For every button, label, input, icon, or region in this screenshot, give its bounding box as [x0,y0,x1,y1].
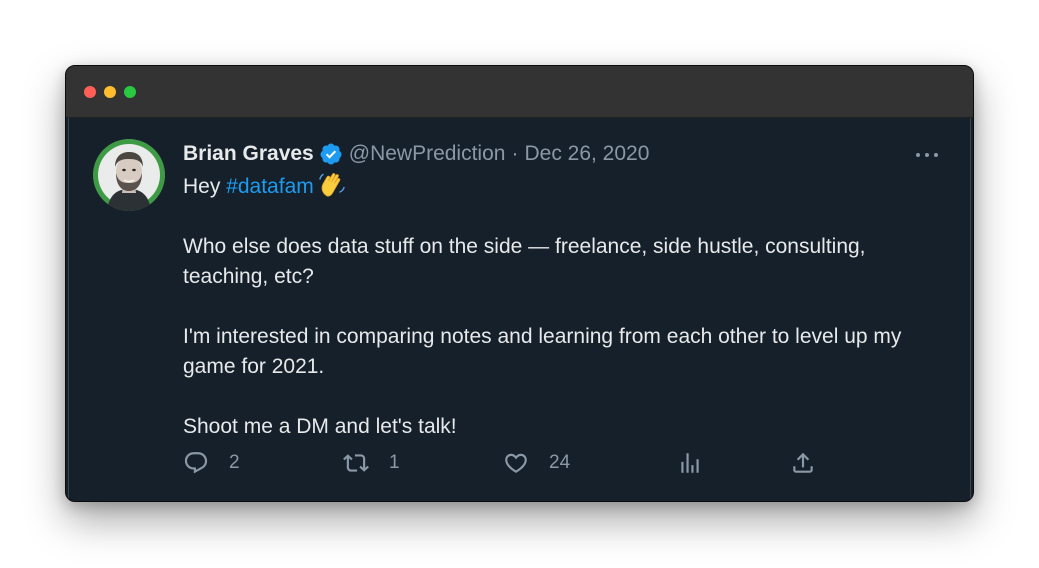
waving-hand-icon [319,173,345,197]
minimize-window-button[interactable] [104,86,116,98]
author-handle[interactable]: @NewPrediction [349,142,506,166]
header-separator: · [511,142,519,165]
more-options-icon[interactable] [916,152,938,158]
tweet-window: Brian Graves @NewPrediction · Dec 26, 20… [65,65,974,502]
reply-button[interactable]: 2 [183,448,240,478]
tweet-paragraph-3: I'm interested in comparing notes and le… [183,325,902,378]
verified-badge-icon [320,143,342,165]
analytics-icon [681,453,699,473]
share-icon [793,452,813,473]
retweet-button[interactable]: 1 [343,448,400,478]
tweet-paragraph-4: Shoot me a DM and let's talk! [183,415,457,438]
author-name[interactable]: Brian Graves [183,142,314,166]
greeting-text: Hey [183,175,227,198]
reply-icon [184,452,208,474]
tweet-line-greeting: Hey #datafam [183,171,953,202]
like-count: 24 [549,452,571,473]
tweet-text: Hey #datafam Who else does data stuff on… [183,171,953,442]
share-button[interactable] [790,448,816,478]
retweet-icon [343,454,369,472]
tweet-header: Brian Graves @NewPrediction · Dec 26, 20… [183,140,649,168]
reply-count: 2 [229,452,240,473]
tweet-card[interactable]: Brian Graves @NewPrediction · Dec 26, 20… [68,118,971,501]
maximize-window-button[interactable] [124,86,136,98]
author-avatar[interactable] [93,139,165,211]
window-titlebar [66,66,973,118]
tweet-date[interactable]: Dec 26, 2020 [524,142,649,166]
hashtag-link[interactable]: #datafam [226,175,314,198]
tweet-actions: 2 1 24 [183,448,823,478]
tweet-paragraph-2: Who else does data stuff on the side — f… [183,235,866,288]
retweet-count: 1 [389,452,400,473]
analytics-button[interactable] [677,448,703,478]
close-window-button[interactable] [84,86,96,98]
heart-icon [505,453,527,473]
like-button[interactable]: 24 [503,448,570,478]
avatar-image [93,139,165,211]
